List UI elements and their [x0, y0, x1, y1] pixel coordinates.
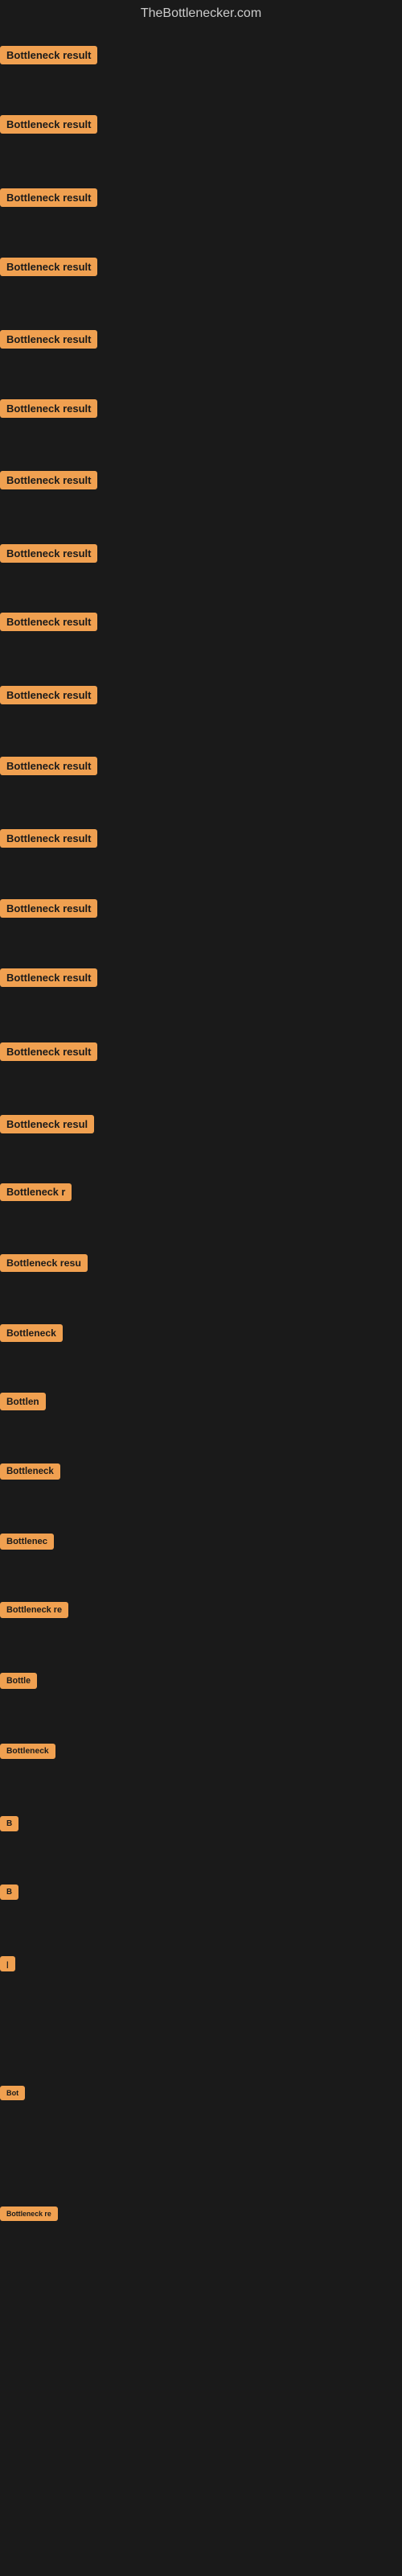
bottleneck-badge-17[interactable]: Bottleneck r — [0, 1183, 72, 1201]
bottleneck-item-10: Bottleneck result — [0, 686, 97, 704]
bottleneck-badge-21[interactable]: Bottleneck — [0, 1463, 60, 1480]
bottleneck-item-29: Bot — [0, 2085, 25, 2100]
bottleneck-badge-28[interactable]: | — [0, 1956, 15, 1971]
bottleneck-badge-16[interactable]: Bottleneck resul — [0, 1115, 94, 1133]
bottleneck-item-14: Bottleneck result — [0, 968, 97, 987]
bottleneck-badge-26[interactable]: B — [0, 1816, 18, 1831]
bottleneck-badge-24[interactable]: Bottle — [0, 1673, 37, 1689]
bottleneck-item-27: B — [0, 1884, 18, 1900]
bottleneck-item-6: Bottleneck result — [0, 399, 97, 418]
bottleneck-item-8: Bottleneck result — [0, 544, 97, 563]
bottleneck-item-9: Bottleneck result — [0, 613, 97, 631]
bottleneck-item-3: Bottleneck result — [0, 188, 97, 207]
bottleneck-item-5: Bottleneck result — [0, 330, 97, 349]
bottleneck-badge-25[interactable]: Bottleneck — [0, 1744, 55, 1759]
bottleneck-badge-13[interactable]: Bottleneck result — [0, 899, 97, 918]
bottleneck-item-11: Bottleneck result — [0, 757, 97, 775]
site-title: TheBottlenecker.com — [0, 0, 402, 27]
bottleneck-badge-9[interactable]: Bottleneck result — [0, 613, 97, 631]
bottleneck-badge-23[interactable]: Bottleneck re — [0, 1602, 68, 1618]
bottleneck-badge-7[interactable]: Bottleneck result — [0, 471, 97, 489]
bottleneck-item-13: Bottleneck result — [0, 899, 97, 918]
bottleneck-item-23: Bottleneck re — [0, 1602, 68, 1618]
bottleneck-badge-18[interactable]: Bottleneck resu — [0, 1254, 88, 1272]
bottleneck-item-25: Bottleneck — [0, 1743, 55, 1759]
bottleneck-item-20: Bottlen — [0, 1393, 46, 1410]
bottleneck-badge-2[interactable]: Bottleneck result — [0, 115, 97, 134]
bottleneck-item-28: | — [0, 1956, 15, 1971]
bottleneck-badge-30[interactable]: Bottleneck re — [0, 2207, 58, 2221]
bottleneck-item-26: B — [0, 1815, 18, 1831]
bottleneck-item-18: Bottleneck resu — [0, 1254, 88, 1272]
bottleneck-item-1: Bottleneck result — [0, 46, 97, 64]
bottleneck-badge-22[interactable]: Bottlenec — [0, 1534, 54, 1550]
bottleneck-badge-11[interactable]: Bottleneck result — [0, 757, 97, 775]
bottleneck-item-21: Bottleneck — [0, 1463, 60, 1480]
bottleneck-badge-4[interactable]: Bottleneck result — [0, 258, 97, 276]
bottleneck-item-30: Bottleneck re — [0, 2206, 58, 2221]
bottleneck-item-7: Bottleneck result — [0, 471, 97, 489]
bottleneck-badge-29[interactable]: Bot — [0, 2086, 25, 2100]
bottleneck-badge-6[interactable]: Bottleneck result — [0, 399, 97, 418]
bottleneck-item-12: Bottleneck result — [0, 829, 97, 848]
bottleneck-badge-8[interactable]: Bottleneck result — [0, 544, 97, 563]
bottleneck-item-16: Bottleneck resul — [0, 1115, 94, 1133]
bottleneck-badge-20[interactable]: Bottlen — [0, 1393, 46, 1410]
bottleneck-badge-3[interactable]: Bottleneck result — [0, 188, 97, 207]
bottleneck-badge-1[interactable]: Bottleneck result — [0, 46, 97, 64]
bottleneck-item-4: Bottleneck result — [0, 258, 97, 276]
bottleneck-badge-15[interactable]: Bottleneck result — [0, 1042, 97, 1061]
bottleneck-item-24: Bottle — [0, 1673, 37, 1689]
bottleneck-badge-10[interactable]: Bottleneck result — [0, 686, 97, 704]
bottleneck-badge-27[interactable]: B — [0, 1885, 18, 1900]
bottleneck-badge-14[interactable]: Bottleneck result — [0, 968, 97, 987]
bottleneck-badge-19[interactable]: Bottleneck — [0, 1324, 63, 1342]
bottleneck-item-15: Bottleneck result — [0, 1042, 97, 1061]
bottleneck-item-2: Bottleneck result — [0, 115, 97, 134]
bottleneck-badge-12[interactable]: Bottleneck result — [0, 829, 97, 848]
bottleneck-item-22: Bottlenec — [0, 1534, 54, 1550]
bottleneck-item-19: Bottleneck — [0, 1324, 63, 1342]
bottleneck-item-17: Bottleneck r — [0, 1183, 72, 1201]
bottleneck-badge-5[interactable]: Bottleneck result — [0, 330, 97, 349]
